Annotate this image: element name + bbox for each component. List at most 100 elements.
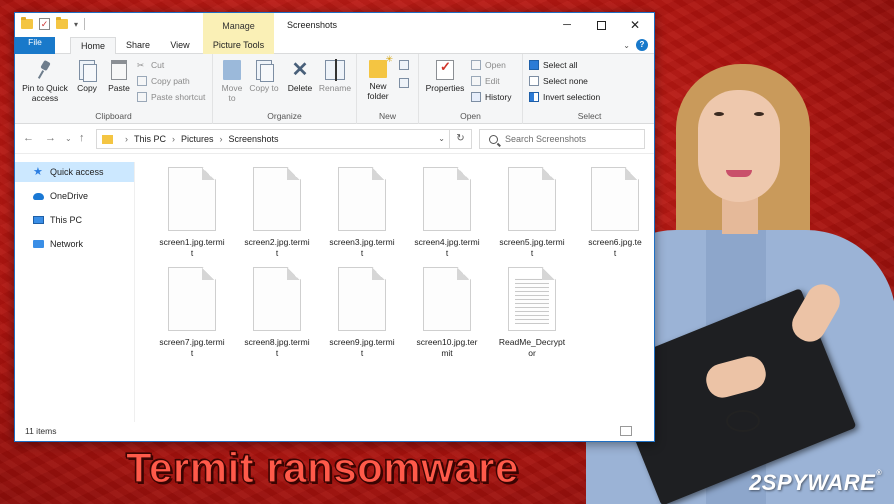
new-folder-icon <box>369 54 393 78</box>
file-item[interactable]: screen9.jpg.termi t <box>321 267 403 359</box>
move-to-icon <box>223 60 241 80</box>
customize-dropdown-icon[interactable]: ▾ <box>74 20 78 29</box>
tab-view[interactable]: View <box>160 37 200 54</box>
open-group-label: Open <box>460 111 481 121</box>
invert-selection-button[interactable]: Invert selection <box>529 92 600 102</box>
properties-check-icon[interactable]: ✓ <box>39 18 50 30</box>
file-name-continued: mit <box>441 348 453 358</box>
rename-icon <box>325 59 345 81</box>
recent-locations-icon[interactable]: ⌄ <box>65 134 72 143</box>
file-name: screen4.jpg.termi <box>414 237 480 247</box>
file-name: screen10.jpg.ter <box>416 337 478 347</box>
folder-icon <box>102 134 113 144</box>
copy-button[interactable]: Copy <box>73 60 101 93</box>
maximize-button[interactable] <box>584 13 618 37</box>
up-arrow-icon[interactable]: ↑ <box>79 132 85 144</box>
status-bar: 11 items <box>15 421 654 441</box>
file-item[interactable]: screen7.jpg.termi t <box>151 267 233 359</box>
folder-icon[interactable] <box>21 17 33 29</box>
select-all-button[interactable]: Select all <box>529 60 578 70</box>
forward-arrow-icon[interactable]: → <box>45 132 56 144</box>
copy-to-button[interactable]: Copy to <box>249 60 279 93</box>
file-list: screen1.jpg.termi t screen2.jpg.termi t … <box>135 162 654 420</box>
minimize-button[interactable]: ─ <box>550 13 584 37</box>
tab-picture-tools[interactable]: Picture Tools <box>203 37 274 54</box>
breadcrumb-pictures[interactable]: Pictures <box>181 134 214 144</box>
file-item[interactable]: screen5.jpg.termi t <box>491 167 573 259</box>
copy-path-button[interactable]: Copy path <box>137 76 190 86</box>
file-name-continued: t <box>190 348 194 358</box>
cut-button[interactable]: ✂ Cut <box>137 60 164 70</box>
search-icon <box>489 134 498 144</box>
file-name: screen8.jpg.termi <box>244 337 310 347</box>
rename-button[interactable]: Rename <box>317 59 353 93</box>
new-folder-button[interactable]: New folder <box>361 54 395 101</box>
back-arrow-icon[interactable]: ← <box>23 132 34 144</box>
organize-group-label: Organize <box>267 111 302 121</box>
open-icon <box>471 60 481 70</box>
properties-button[interactable]: Properties <box>423 60 467 93</box>
sidebar-item-this-pc[interactable]: This PC <box>15 210 134 230</box>
tab-share[interactable]: Share <box>118 37 158 54</box>
file-name-continued: t <box>190 248 194 258</box>
tab-home[interactable]: Home <box>70 37 116 55</box>
file-item[interactable]: screen8.jpg.termi t <box>236 267 318 359</box>
new-item-button[interactable] <box>399 60 409 70</box>
new-folder-icon[interactable] <box>56 17 68 29</box>
refresh-icon[interactable]: ↻ <box>449 130 471 148</box>
copy-path-icon <box>137 76 147 86</box>
file-name-continued: t <box>275 248 279 258</box>
sidebar-item-network[interactable]: Network <box>15 234 134 254</box>
file-item-ransom-note[interactable]: ReadMe_Decrypt or <box>491 267 573 359</box>
select-none-button[interactable]: Select none <box>529 76 588 86</box>
details-view-icon[interactable] <box>620 426 632 436</box>
sidebar-item-onedrive[interactable]: OneDrive <box>15 186 134 206</box>
delete-button[interactable]: ✕ Delete <box>285 60 315 93</box>
close-button[interactable]: ✕ <box>618 13 652 37</box>
file-item[interactable]: screen2.jpg.termi t <box>236 167 318 259</box>
file-item[interactable]: screen1.jpg.termi t <box>151 167 233 259</box>
blank-file-icon <box>253 167 301 231</box>
collapse-ribbon-icon[interactable]: ⌄ <box>623 41 630 50</box>
right-eye <box>754 112 764 116</box>
file-name: screen3.jpg.termi <box>329 237 395 247</box>
file-name: screen2.jpg.termi <box>244 237 310 247</box>
tab-file[interactable]: File <box>15 37 55 54</box>
file-item[interactable]: screen4.jpg.termi t <box>406 167 488 259</box>
history-label: History <box>485 92 512 102</box>
paste-shortcut-button[interactable]: Paste shortcut <box>137 92 205 102</box>
edit-button[interactable]: Edit <box>471 76 500 86</box>
paste-clipboard-icon <box>111 60 127 80</box>
select-none-label: Select none <box>543 76 588 86</box>
manage-context-tab[interactable]: Manage <box>203 13 274 37</box>
history-icon <box>471 92 481 102</box>
navigation-bar: ← → ⌄ ↑ › This PC › Pictures › Screensho… <box>15 124 654 154</box>
file-item[interactable]: screen10.jpg.ter mit <box>406 267 488 359</box>
sidebar-item-quick-access[interactable]: ★ Quick access <box>15 162 134 182</box>
move-to-button[interactable]: Move to <box>217 60 247 103</box>
edit-label: Edit <box>485 76 500 86</box>
search-box[interactable]: Search Screenshots <box>479 129 645 149</box>
rename-label: Rename <box>318 83 352 93</box>
left-eye <box>714 112 724 116</box>
file-item[interactable]: screen6.jpg.te t <box>576 167 654 259</box>
scissors-icon: ✂ <box>137 60 145 70</box>
open-button[interactable]: Open <box>471 60 506 70</box>
address-dropdown-icon[interactable]: ⌄ <box>438 134 445 143</box>
history-button[interactable]: History <box>471 92 511 102</box>
paste-button[interactable]: Paste <box>105 60 133 93</box>
select-group-label: Select <box>577 111 602 121</box>
breadcrumb-screenshots[interactable]: Screenshots <box>229 134 279 144</box>
file-item[interactable]: screen3.jpg.termi t <box>321 167 403 259</box>
breadcrumb-this-pc[interactable]: This PC <box>134 134 166 144</box>
title-bar: ✓ ▾ Manage Screenshots ─ ✕ <box>15 13 654 37</box>
pin-to-quick-access-button[interactable]: Pin to Quick access <box>19 60 71 103</box>
file-name: ReadMe_Decrypt <box>498 337 566 347</box>
breadcrumb-separator: › <box>172 134 176 144</box>
paste-shortcut-icon <box>137 92 147 102</box>
file-name-continued: t <box>275 348 279 358</box>
easy-access-button[interactable] <box>399 78 409 88</box>
address-bar[interactable]: › This PC › Pictures › Screenshots ⌄ ↻ <box>96 129 472 149</box>
select-none-icon <box>529 76 539 86</box>
help-icon[interactable]: ? <box>636 39 648 51</box>
